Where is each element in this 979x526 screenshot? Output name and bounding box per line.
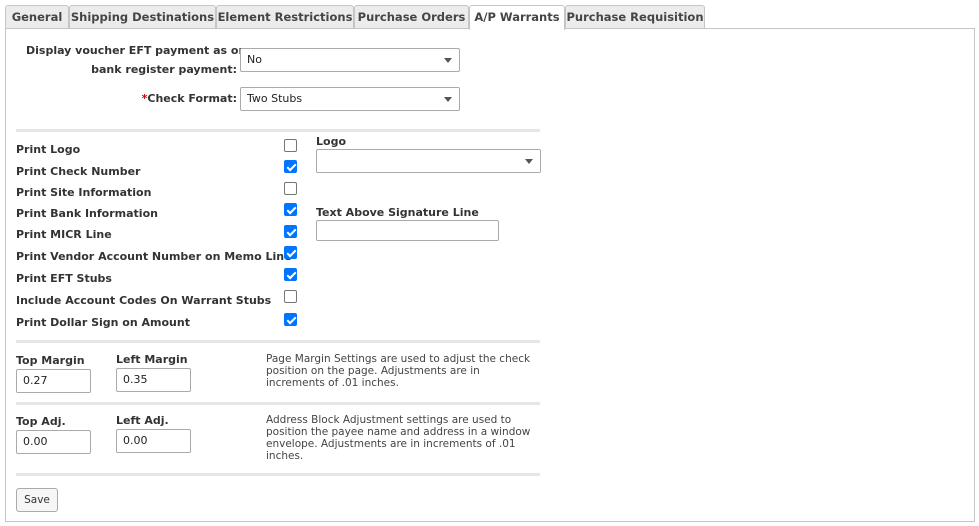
print-vendor-account-label: Print Vendor Account Number on Memo Line (16, 250, 292, 263)
print-bank-info-label: Print Bank Information (16, 207, 158, 220)
tab-purchase-requisition[interactable]: Purchase Requisition (565, 5, 705, 29)
print-micr-line-label: Print MICR Line (16, 228, 112, 241)
left-adj-input[interactable]: 0.00 (116, 429, 191, 453)
chevron-down-icon (444, 97, 452, 102)
tab-general[interactable]: General (5, 5, 69, 29)
voucher-eft-value: No (247, 53, 262, 66)
chevron-down-icon (525, 159, 533, 164)
divider (16, 402, 540, 405)
print-dollar-sign-checkbox[interactable] (284, 313, 297, 326)
tab-element-restrictions[interactable]: Element Restrictions (216, 5, 354, 29)
print-vendor-account-checkbox[interactable] (284, 246, 297, 259)
top-margin-label: Top Margin (16, 354, 85, 367)
adjustment-note: Address Block Adjustment settings are us… (266, 414, 531, 462)
left-adj-label: Left Adj. (116, 414, 169, 427)
print-eft-stubs-checkbox[interactable] (284, 268, 297, 281)
logo-label: Logo (316, 135, 346, 148)
tab-ap-warrants[interactable]: A/P Warrants (469, 5, 565, 30)
print-dollar-sign-label: Print Dollar Sign on Amount (16, 316, 190, 329)
print-bank-info-checkbox[interactable] (284, 203, 297, 216)
signature-text-label: Text Above Signature Line (316, 206, 479, 219)
tab-purchase-orders[interactable]: Purchase Orders (354, 5, 469, 29)
chevron-down-icon (444, 58, 452, 63)
voucher-eft-label-line1: Display voucher EFT payment as one (26, 44, 254, 57)
print-site-info-checkbox[interactable] (284, 182, 297, 195)
check-format-value: Two Stubs (247, 92, 303, 105)
tab-shipping-destinations[interactable]: Shipping Destinations (69, 5, 216, 29)
print-site-info-label: Print Site Information (16, 186, 152, 199)
print-check-number-label: Print Check Number (16, 165, 141, 178)
left-margin-label: Left Margin (116, 353, 188, 366)
signature-text-input[interactable] (316, 220, 499, 241)
divider (16, 340, 540, 343)
top-margin-input[interactable]: 0.27 (16, 369, 91, 393)
check-format-label: Check Format: (147, 92, 237, 105)
print-micr-line-checkbox[interactable] (284, 225, 297, 238)
top-adj-input[interactable]: 0.00 (16, 430, 91, 454)
top-adj-label: Top Adj. (16, 415, 66, 428)
logo-select[interactable] (316, 149, 541, 173)
voucher-eft-select[interactable]: No (240, 48, 460, 72)
print-logo-checkbox[interactable] (284, 139, 297, 152)
margin-note: Page Margin Settings are used to adjust … (266, 353, 531, 389)
include-account-codes-label: Include Account Codes On Warrant Stubs (16, 294, 272, 307)
include-account-codes-checkbox[interactable] (284, 290, 297, 303)
ap-warrants-panel: Display voucher EFT payment as one bank … (5, 28, 975, 522)
print-check-number-checkbox[interactable] (284, 160, 297, 173)
check-format-select[interactable]: Two Stubs (240, 87, 460, 111)
print-logo-label: Print Logo (16, 143, 81, 156)
voucher-eft-label-line2: bank register payment: (91, 63, 237, 76)
print-eft-stubs-label: Print EFT Stubs (16, 272, 112, 285)
check-format-label-wrap: *Check Format: (26, 92, 237, 105)
divider (16, 129, 540, 132)
save-button[interactable]: Save (16, 488, 58, 512)
divider (16, 473, 540, 476)
left-margin-input[interactable]: 0.35 (116, 368, 191, 392)
